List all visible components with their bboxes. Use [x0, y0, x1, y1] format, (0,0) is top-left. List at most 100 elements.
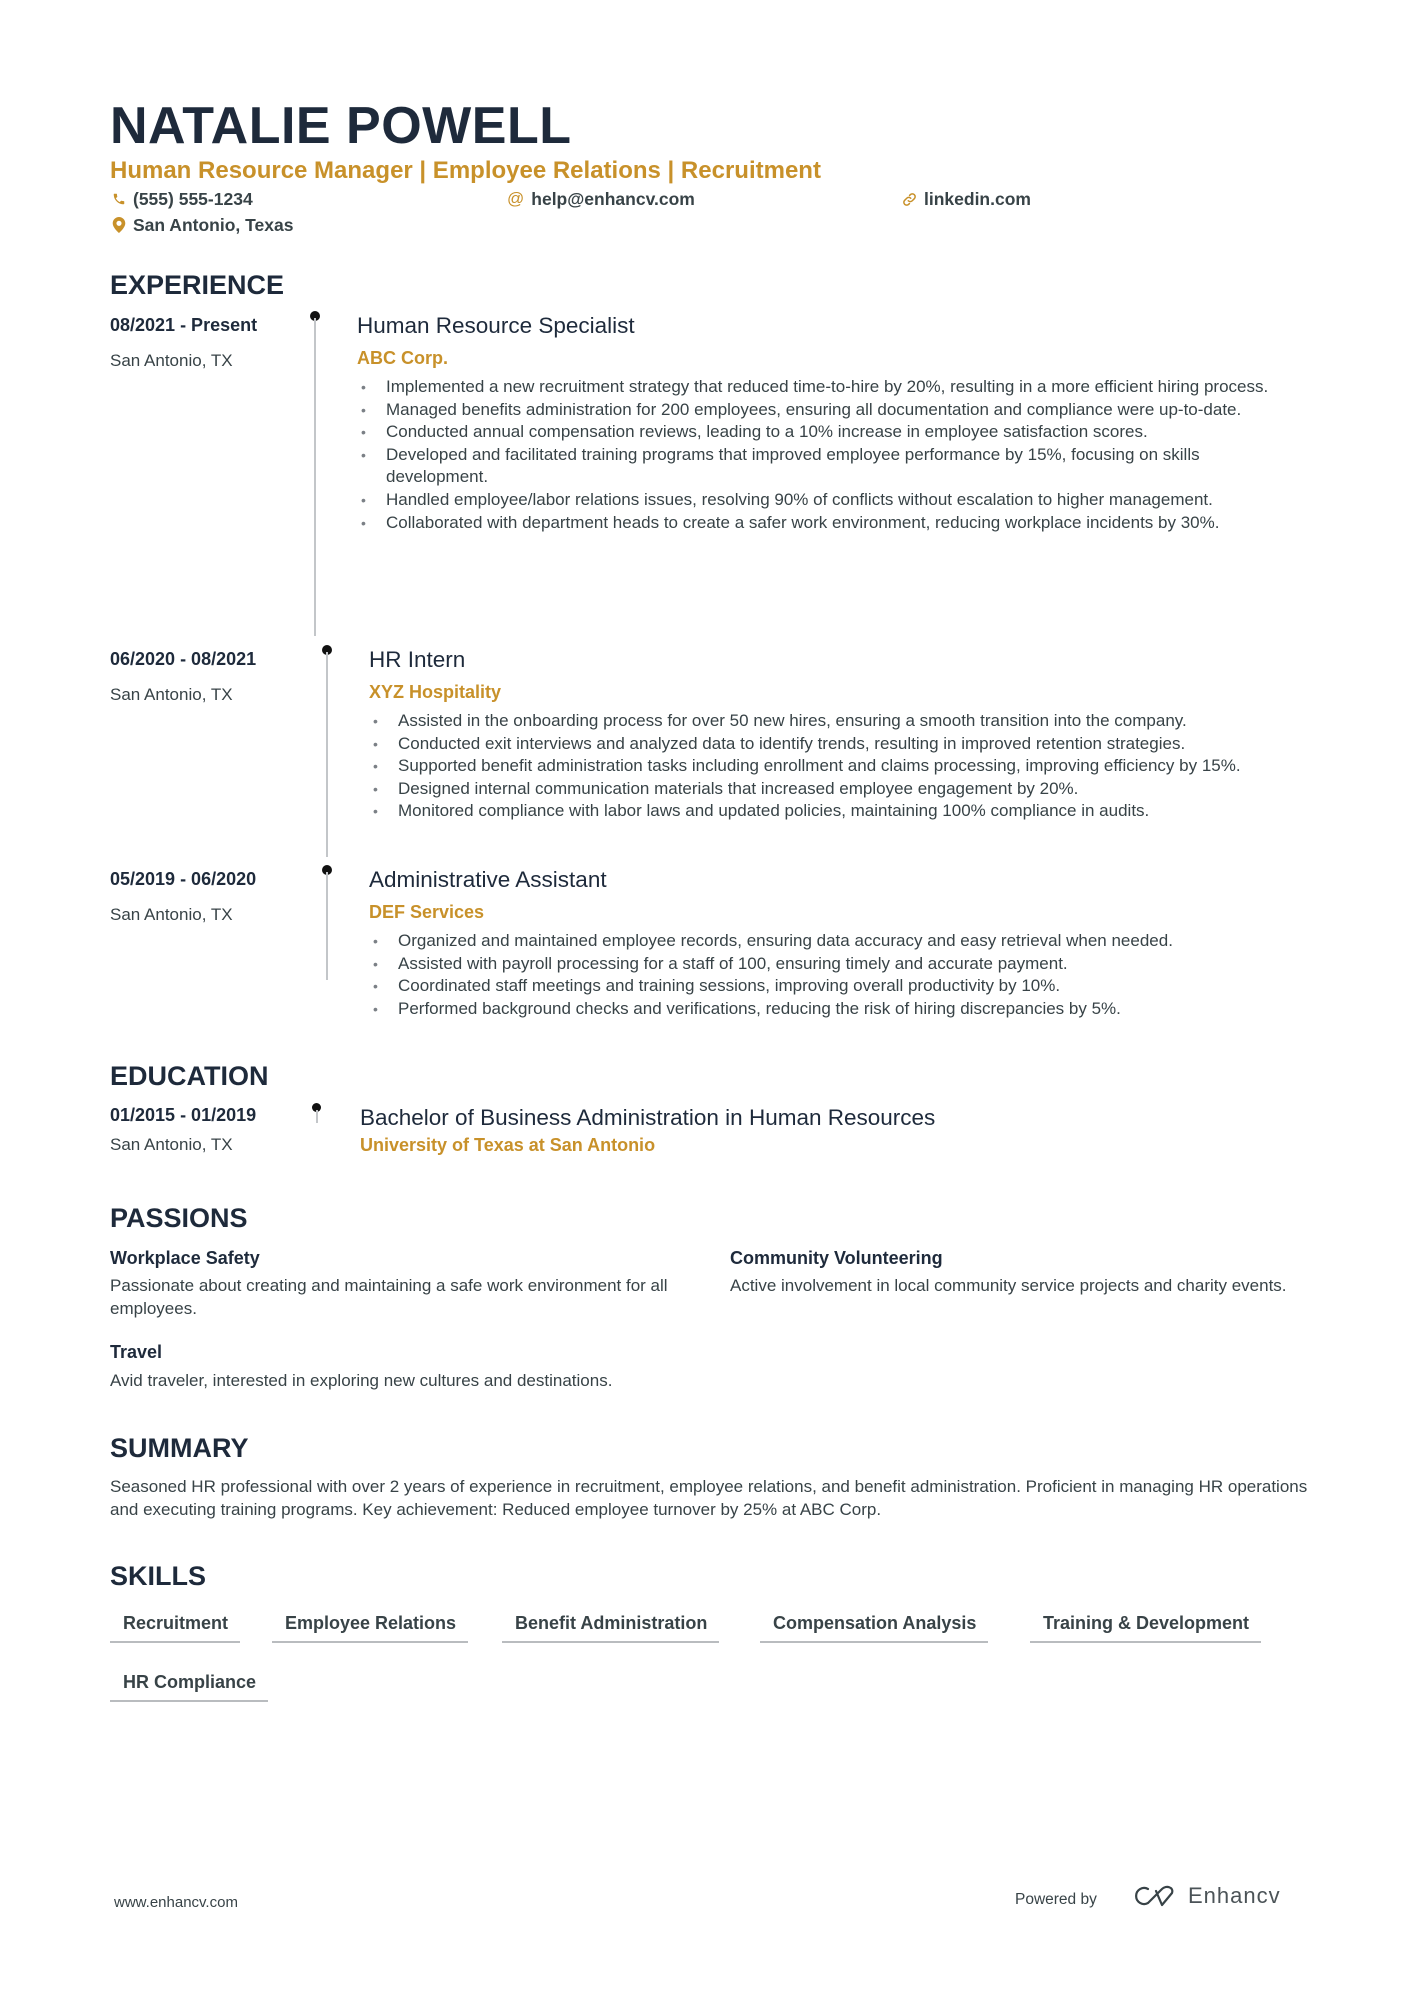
company-name: DEF Services — [369, 902, 485, 922]
phone-text: (555) 555-1234 — [133, 189, 253, 209]
skill-tag: HR Compliance — [110, 1670, 269, 1702]
company-name: XYZ Hospitality — [369, 682, 502, 702]
headline: Human Resource Manager | Employee Relati… — [110, 157, 821, 184]
bullet-item: • Conducted exit interviews and analyzed … — [370, 733, 1310, 756]
candidate-name: NATALIE POWELL — [110, 97, 572, 155]
job-bullets: • Organized and maintained employee recor… — [370, 930, 1310, 1020]
bullet-text: Assisted in the onboarding process for o… — [398, 711, 1187, 730]
job-location: San Antonio, TX — [110, 685, 233, 704]
passions-heading: PASSIONS — [110, 1203, 248, 1233]
school-name: University of Texas at San Antonio — [360, 1135, 656, 1155]
skill-tag: Benefit Administration — [502, 1611, 720, 1643]
bullet-text: Designed internal communication material… — [398, 778, 1079, 798]
summary-text: Seasoned HR professional with over 2 yea… — [110, 1477, 1308, 1519]
bullet-icon: • — [361, 491, 366, 508]
link-icon — [903, 192, 916, 206]
timeline-line — [326, 652, 328, 857]
bullet-text: Collaborated with department heads to cr… — [386, 512, 1220, 532]
job-bullets: • Assisted in the onboarding process for … — [370, 710, 1310, 823]
enhancv-logo-icon — [1135, 1885, 1174, 1907]
bullet-item: • Performed background checks and verific… — [370, 998, 1310, 1021]
bullet-item: • Managed benefits administration for 200… — [358, 399, 1303, 422]
company-name: ABC Corp. — [357, 348, 448, 368]
timeline-line — [314, 318, 316, 636]
bullet-text: Managed benefits administration for 200 … — [386, 399, 1242, 419]
education-heading: EDUCATION — [110, 1061, 269, 1091]
skill-tag: Recruitment — [110, 1611, 241, 1643]
footer-website-link[interactable]: www.enhancv.com — [114, 1894, 238, 1911]
job-title: Administrative Assistant — [369, 867, 607, 892]
bullet-text: Supported benefit administration tasks i… — [398, 756, 1241, 776]
bullet-item: • Assisted with payroll processing for a … — [370, 953, 1310, 976]
contact-phone: (555) 555-1234 — [112, 188, 253, 210]
skills-heading: SKILLS — [110, 1561, 207, 1591]
passion-title: Travel — [110, 1342, 163, 1362]
bullet-text: Monitored compliance with labor laws and… — [398, 801, 1150, 821]
passion-title: Community Volunteering — [730, 1248, 943, 1268]
bullet-icon: • — [373, 735, 378, 752]
location-text: San Antonio, Texas — [133, 215, 294, 235]
job-location: San Antonio, TX — [110, 351, 233, 370]
bullet-icon: • — [373, 780, 378, 797]
bullet-icon: • — [373, 933, 378, 949]
phone-icon — [113, 193, 125, 205]
passion-description: Passionate about creating and maintainin… — [110, 1276, 668, 1318]
contact-location: San Antonio, Texas — [112, 214, 293, 236]
bullet-text: Performed background checks and verifica… — [398, 998, 1121, 1018]
bullet-item: • Developed and facilitated training prog… — [358, 444, 1303, 489]
powered-by-label: Powered by — [1015, 1891, 1097, 1908]
bullet-item: • Implemented a new recruitment strategy … — [358, 376, 1303, 399]
passion-description: Avid traveler, interested in exploring n… — [110, 1371, 613, 1390]
location-pin-icon — [112, 217, 126, 233]
bullet-icon: • — [373, 803, 378, 820]
bullet-icon: • — [361, 379, 366, 395]
contact-website[interactable]: linkedin.com — [902, 188, 1031, 210]
at-icon: @ — [507, 189, 525, 208]
bullet-text: Conducted exit interviews and analyzed d… — [398, 733, 1186, 753]
experience-heading: EXPERIENCE — [110, 270, 285, 300]
degree-title: Bachelor of Business Administration in H… — [360, 1105, 936, 1130]
bullet-text: Handled employee/labor relations issues,… — [386, 489, 1213, 509]
bullet-icon: • — [361, 401, 366, 418]
job-date: 08/2021 - Present — [110, 315, 258, 335]
bullet-icon: • — [361, 446, 366, 463]
job-title: HR Intern — [369, 647, 466, 672]
bullet-icon: • — [373, 713, 378, 729]
bullet-icon: • — [373, 978, 378, 995]
bullet-icon: • — [361, 424, 366, 441]
bullet-item: • Collaborated with department heads to c… — [358, 512, 1303, 535]
bullet-item: • Designed internal communication materia… — [370, 778, 1310, 801]
job-date: 06/2020 - 08/2021 — [110, 649, 257, 669]
skill-tag: Training & Development — [1030, 1611, 1262, 1643]
timeline-line — [316, 1110, 318, 1123]
education-date: 01/2015 - 01/2019 — [110, 1105, 257, 1125]
passion-title: Workplace Safety — [110, 1248, 260, 1268]
resume-page: NATALIE POWELL Human Resource Manager | … — [0, 0, 1410, 1995]
bullet-text: Coordinated staff meetings and training … — [398, 976, 1061, 996]
bullet-icon: • — [373, 955, 378, 972]
bullet-text: Implemented a new recruitment strategy t… — [386, 377, 1269, 396]
enhancv-brand-text: Enhancv — [1188, 1883, 1281, 1908]
bullet-item: • Assisted in the onboarding process for … — [370, 710, 1310, 733]
bullet-text: Conducted annual compensation reviews, l… — [386, 422, 1148, 442]
job-location: San Antonio, TX — [110, 905, 233, 924]
job-date: 05/2019 - 06/2020 — [110, 869, 257, 889]
bullet-icon: • — [373, 758, 378, 775]
bullet-text: Assisted with payroll processing for a s… — [398, 953, 1068, 973]
website-link[interactable]: linkedin.com — [924, 188, 1031, 210]
bullet-item: • Handled employee/labor relations issues… — [358, 489, 1303, 512]
bullet-icon: • — [361, 514, 366, 531]
bullet-item: • Coordinated staff meetings and training… — [370, 975, 1310, 998]
bullet-item: • Monitored compliance with labor laws an… — [370, 800, 1310, 823]
bullet-item: • Organized and maintained employee recor… — [370, 930, 1310, 953]
job-bullets: • Implemented a new recruitment strategy … — [358, 376, 1303, 534]
enhancv-logo[interactable]: Enhancv — [1132, 1883, 1281, 1909]
bullet-icon: • — [373, 1000, 378, 1017]
bullet-text: Organized and maintained employee record… — [398, 931, 1173, 950]
bullet-item: • Supported benefit administration tasks … — [370, 755, 1310, 778]
bullet-text: Developed and facilitated training progr… — [386, 444, 1200, 487]
email-link[interactable]: help@enhancv.com — [531, 188, 695, 210]
timeline-line — [326, 872, 328, 980]
contact-email[interactable]: @ help@enhancv.com — [507, 188, 695, 210]
bullet-item: • Conducted annual compensation reviews, … — [358, 421, 1303, 444]
